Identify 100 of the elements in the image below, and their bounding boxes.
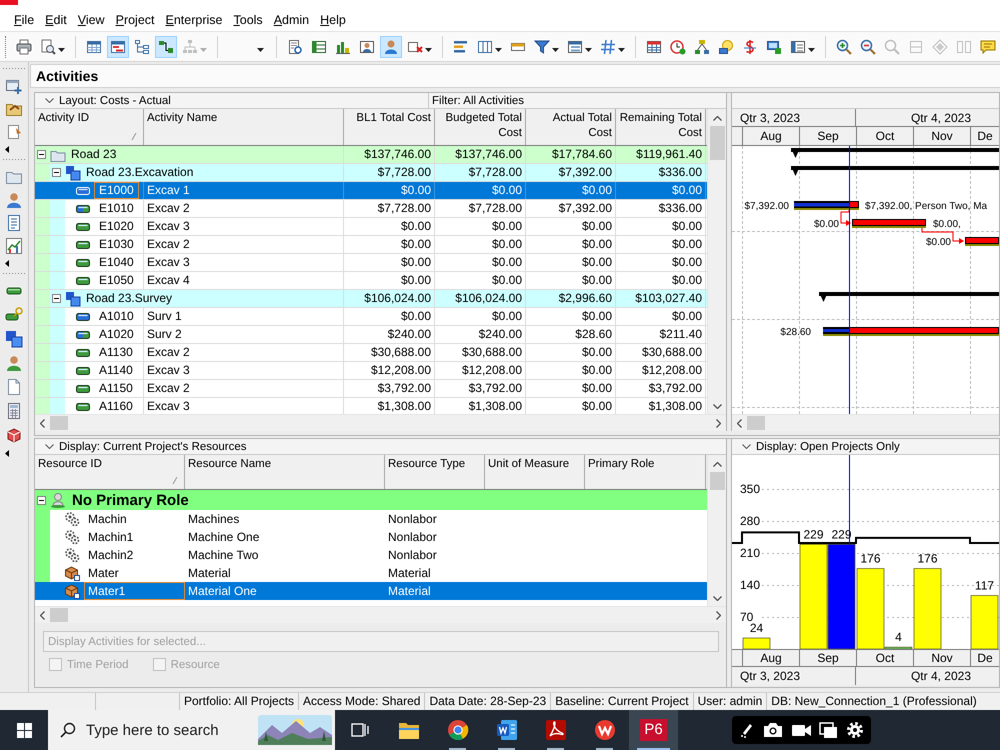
- dropdown-caret-icon[interactable]: [58, 48, 65, 52]
- speech-bubble-icon[interactable]: [980, 38, 996, 54]
- menu-item[interactable]: Project: [116, 12, 155, 26]
- hash-icon[interactable]: [600, 38, 616, 54]
- person-card-icon[interactable]: [359, 38, 376, 54]
- columns-icon[interactable]: [477, 38, 494, 54]
- scrollbar[interactable]: [35, 606, 726, 623]
- zoom-out-icon[interactable]: [860, 38, 876, 54]
- chart-icon[interactable]: [5, 236, 23, 254]
- scrollbar[interactable]: [707, 455, 726, 606]
- scroll-up-icon[interactable]: [712, 116, 722, 121]
- document-icon[interactable]: [5, 378, 23, 396]
- chevron-down-icon[interactable]: [742, 444, 751, 449]
- filter-label[interactable]: Filter: All Activities: [429, 94, 524, 106]
- camera-icon[interactable]: [763, 721, 783, 739]
- scrollbar-thumb[interactable]: [710, 126, 724, 160]
- settings-icon[interactable]: [846, 721, 864, 739]
- column-header[interactable]: BL1 Total Cost: [344, 109, 435, 145]
- table-row[interactable]: E1040 Excav 3 $0.00 $0.00 $0.00 $0.00: [35, 254, 707, 272]
- menu-item[interactable]: Admin: [274, 12, 310, 26]
- table-row[interactable]: E1030 Excav 2 $0.00 $0.00 $0.00 $0.00: [35, 236, 707, 254]
- column-header[interactable]: Primary Role: [585, 455, 706, 489]
- taskbar-button[interactable]: P6: [629, 710, 678, 750]
- windows-logo-icon[interactable]: [16, 722, 32, 738]
- collapse-arrow-icon[interactable]: [5, 450, 9, 456]
- report-icon[interactable]: [287, 38, 304, 54]
- dropdown-caret-icon[interactable]: [425, 48, 432, 52]
- column-header[interactable]: Remaining Total Cost: [616, 109, 706, 145]
- dropdown-caret-icon[interactable]: [808, 48, 815, 52]
- table-icon[interactable]: [86, 38, 102, 54]
- layout-label[interactable]: Layout: Costs - Actual: [59, 94, 171, 106]
- scroll-left-icon[interactable]: [40, 610, 45, 620]
- column-header[interactable]: Activity ID: [35, 109, 144, 145]
- table-row[interactable]: E1050 Excav 4 $0.00 $0.00 $0.00 $0.00: [35, 272, 707, 290]
- stacked-squares-icon[interactable]: [5, 330, 23, 348]
- summary-bar[interactable]: [791, 148, 999, 158]
- scrollbar-thumb[interactable]: [50, 608, 68, 622]
- person-icon[interactable]: [5, 190, 23, 208]
- scrollbar-thumb[interactable]: [50, 416, 68, 430]
- activity-bar[interactable]: [965, 237, 999, 246]
- table-row[interactable]: E1010 Excav 2 $7,728.00 $7,728.00 $7,392.00 $336.00: [35, 200, 707, 218]
- zoom-in-icon[interactable]: [836, 38, 852, 54]
- dollar-icon[interactable]: [742, 38, 758, 54]
- menu-item[interactable]: View: [78, 12, 105, 26]
- collapse-icon[interactable]: [52, 168, 61, 177]
- dropdown-caret-icon[interactable]: [257, 48, 264, 52]
- person-icon[interactable]: [5, 354, 23, 372]
- column-header[interactable]: Resource Name: [185, 455, 385, 489]
- table-row[interactable]: A1020 Surv 2 $240.00 $240.00 $28.60 $211.40: [35, 326, 707, 344]
- scroll-down-icon[interactable]: [712, 404, 722, 409]
- document-flag-icon[interactable]: [5, 122, 23, 140]
- scroll-left-icon[interactable]: [737, 418, 742, 428]
- collapse-icon[interactable]: [52, 294, 61, 303]
- menu-item[interactable]: Tools: [234, 12, 263, 26]
- column-header[interactable]: Resource ID: [35, 455, 185, 489]
- scroll-down-icon[interactable]: [712, 596, 722, 601]
- scrollbar-thumb[interactable]: [710, 472, 724, 490]
- collapse-icon[interactable]: [37, 150, 46, 159]
- table-row[interactable]: No Primary Role: [35, 490, 707, 510]
- person-icon[interactable]: [380, 36, 402, 58]
- scroll-right-icon[interactable]: [716, 418, 721, 428]
- menu-item[interactable]: File: [14, 12, 34, 26]
- activity-bar[interactable]: [794, 201, 859, 210]
- scroll-right-icon[interactable]: [716, 610, 721, 620]
- clock-icon[interactable]: [670, 38, 686, 54]
- column-header[interactable]: Budgeted Total Cost: [435, 109, 526, 145]
- table-row[interactable]: A1160 Excav 3 $1,308.00 $1,308.00 $0.00 $1,308.00: [35, 398, 707, 414]
- chevron-down-icon[interactable]: [45, 98, 54, 103]
- pen-icon[interactable]: [739, 721, 755, 739]
- collapse-arrow-icon[interactable]: [5, 146, 9, 152]
- display-label[interactable]: Display: Current Project's Resources: [59, 440, 247, 452]
- activity-bar[interactable]: [852, 219, 926, 228]
- gantt-chart-icon[interactable]: [106, 36, 129, 58]
- column-header[interactable]: Actual Total Cost: [526, 109, 616, 145]
- collapse-arrow-icon[interactable]: [5, 260, 9, 266]
- menu-item[interactable]: Help: [320, 12, 346, 26]
- column-header[interactable]: Activity Name: [144, 109, 344, 145]
- dropdown-caret-icon[interactable]: [552, 48, 560, 52]
- scrollbar[interactable]: [732, 414, 999, 431]
- menu-item[interactable]: Edit: [45, 12, 67, 26]
- list-icon[interactable]: [790, 38, 806, 54]
- monitor-icon[interactable]: [766, 38, 782, 54]
- activity-bar[interactable]: [823, 327, 999, 336]
- chevron-down-icon[interactable]: [45, 444, 54, 449]
- table-row[interactable]: Road 23.Excavation $7,728.00 $7,728.00 $7,392.00 $336.00: [35, 164, 707, 182]
- dropdown-caret-icon[interactable]: [585, 48, 592, 52]
- checklist-icon[interactable]: [5, 214, 23, 232]
- print-preview-icon[interactable]: [40, 38, 56, 54]
- windows-stack-icon[interactable]: [819, 721, 838, 739]
- table-row[interactable]: A1140 Excav 3 $12,208.00 $12,208.00 $0.00 $12,208.00: [35, 362, 707, 380]
- menu-item[interactable]: Enterprise: [166, 12, 222, 26]
- grid-icon[interactable]: [646, 38, 662, 54]
- scroll-left-icon[interactable]: [40, 418, 45, 428]
- table-row[interactable]: Road 23.Survey $106,024.00 $106,024.00 $2,996.60 $103,027.40: [35, 290, 707, 308]
- spreadsheet-icon[interactable]: [311, 38, 328, 54]
- network-icon[interactable]: [154, 36, 177, 58]
- table-row[interactable]: A1150 Excav 2 $3,792.00 $3,792.00 $0.00 $3,792.00: [35, 380, 707, 398]
- table-row[interactable]: A1130 Excav 2 $30,688.00 $30,688.00 $0.00 $30,688.00: [35, 344, 707, 362]
- column-header[interactable]: Resource Type: [385, 455, 485, 489]
- collapse-icon[interactable]: [37, 496, 46, 504]
